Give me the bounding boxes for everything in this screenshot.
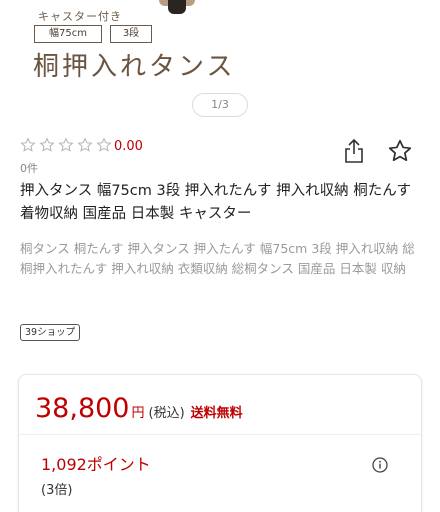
rating-stars[interactable] bbox=[20, 137, 112, 155]
shop-badge[interactable]: 39ショップ bbox=[20, 324, 81, 341]
review-count[interactable]: 0件 bbox=[20, 160, 38, 176]
hero-tag-tiers: 3段 bbox=[110, 25, 152, 43]
favorite-star-icon[interactable] bbox=[386, 138, 414, 164]
star-outline-icon bbox=[20, 137, 36, 152]
star-outline-icon bbox=[58, 137, 74, 152]
product-keywords: 桐タンス 桐たんす 押入タンス 押入たんす 幅75cm 3段 押入れ収納 総桐押… bbox=[20, 241, 415, 276]
info-icon[interactable] bbox=[372, 457, 388, 473]
price-amount: 38,800 bbox=[35, 393, 130, 424]
price-unit: 円 bbox=[131, 406, 145, 421]
image-pager: 1/3 bbox=[192, 93, 248, 117]
star-outline-icon bbox=[39, 137, 55, 152]
points-multiplier: (3倍) bbox=[41, 483, 73, 498]
product-image-hero[interactable]: キャスター付き 幅75cm 3段 桐押入れタンス bbox=[0, 0, 440, 88]
star-outline-icon bbox=[96, 137, 112, 152]
free-shipping-label: 送料無料 bbox=[190, 406, 243, 421]
rating-value[interactable]: 0.00 bbox=[114, 139, 143, 154]
divider bbox=[19, 434, 421, 435]
hero-caption: キャスター付き bbox=[38, 10, 122, 23]
star-outline-icon bbox=[77, 137, 93, 152]
caster-image-fragment bbox=[159, 0, 195, 14]
price-card: 38,800 円 (税込) 送料無料 1,092ポイント (3倍) bbox=[18, 374, 422, 512]
hero-title: 桐押入れタンス bbox=[33, 52, 236, 82]
hero-tag-width: 幅75cm bbox=[34, 25, 102, 43]
product-title: 押入タンス 幅75cm 3段 押入れたんす 押入れ収納 桐たんす 着物収納 国産… bbox=[20, 183, 411, 222]
price-tax-label: (税込) bbox=[148, 406, 185, 421]
points-earned: 1,092ポイント bbox=[41, 455, 151, 474]
price-row: 38,800 円 (税込) 送料無料 bbox=[35, 393, 243, 424]
share-icon[interactable] bbox=[342, 138, 366, 164]
